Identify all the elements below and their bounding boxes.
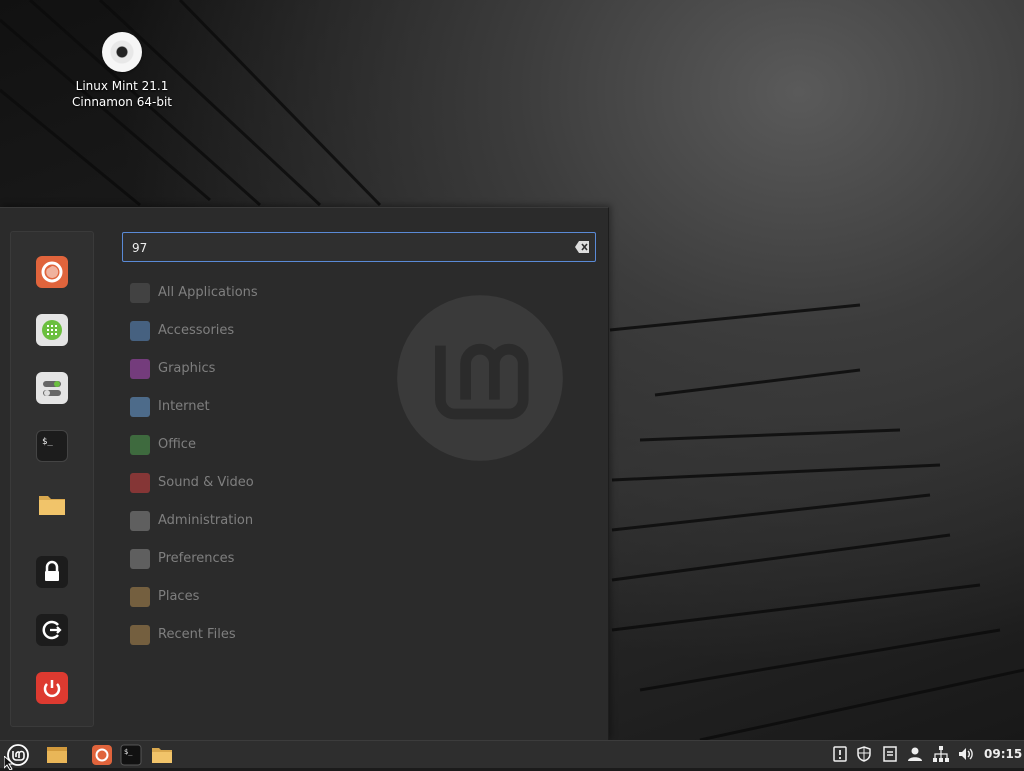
category-all-applications[interactable]: All Applications — [130, 281, 430, 305]
category-label: Recent Files — [158, 627, 236, 642]
category-internet[interactable]: Internet — [130, 395, 430, 419]
recent-folder-icon — [130, 625, 150, 645]
favorites-sidebar: $_ — [10, 231, 94, 727]
show-desktop-button[interactable] — [46, 744, 68, 766]
logout-icon[interactable] — [36, 614, 68, 646]
notifications-icon[interactable] — [832, 746, 848, 762]
firefox-launcher[interactable] — [91, 744, 113, 766]
play-icon — [130, 473, 150, 493]
desktop-icon-install[interactable]: Linux Mint 21.1 Cinnamon 64-bit — [62, 30, 182, 110]
cloud-icon — [130, 397, 150, 417]
category-places[interactable]: Places — [130, 585, 430, 609]
search-box[interactable] — [122, 232, 596, 262]
folder-icon[interactable] — [36, 488, 68, 520]
office-icon — [130, 435, 150, 455]
folder-icon — [130, 587, 150, 607]
category-label: Sound & Video — [158, 475, 254, 490]
update-manager-icon[interactable] — [856, 746, 872, 762]
grid-icon — [130, 283, 150, 303]
application-menu: $_ All Applications Accessories Graphics In… — [0, 207, 609, 741]
terminal-icon[interactable]: $_ — [36, 430, 68, 462]
desktop-icon-label-1: Linux Mint 21.1 — [75, 79, 169, 93]
scissors-icon — [130, 321, 150, 341]
system-settings-icon[interactable] — [36, 372, 68, 404]
category-label: Office — [158, 437, 196, 452]
category-label: All Applications — [158, 285, 258, 300]
category-label: Internet — [158, 399, 210, 414]
disc-icon — [102, 32, 142, 72]
network-icon[interactable] — [933, 746, 949, 762]
category-label: Administration — [158, 513, 254, 528]
category-label: Accessories — [158, 323, 235, 338]
administration-icon — [130, 511, 150, 531]
graphics-icon — [130, 359, 150, 379]
search-input[interactable] — [132, 239, 562, 257]
software-manager-icon[interactable] — [36, 314, 68, 346]
category-label: Graphics — [158, 361, 216, 376]
firefox-icon[interactable] — [36, 256, 68, 288]
lock-icon[interactable] — [36, 556, 68, 588]
desktop-icon-label-2: Cinnamon 64-bit — [72, 95, 172, 109]
volume-icon[interactable] — [958, 746, 974, 762]
clock[interactable]: 09:15 — [984, 747, 1022, 761]
clear-search-icon[interactable] — [575, 241, 589, 253]
clipboard-icon[interactable] — [882, 746, 898, 762]
user-icon[interactable] — [907, 746, 923, 762]
category-recent-files[interactable]: Recent Files — [130, 623, 430, 647]
svg-text:$_: $_ — [124, 748, 133, 756]
power-icon[interactable] — [36, 672, 68, 704]
category-office[interactable]: Office — [130, 433, 430, 457]
taskbar-panel: $_ 09:15 — [0, 740, 1024, 768]
preferences-icon — [130, 549, 150, 569]
category-graphics[interactable]: Graphics — [130, 357, 430, 381]
category-accessories[interactable]: Accessories — [130, 319, 430, 343]
category-sound-video[interactable]: Sound & Video — [130, 471, 430, 495]
category-label: Preferences — [158, 551, 235, 566]
svg-text:$_: $_ — [42, 437, 53, 447]
category-label: Places — [158, 589, 200, 604]
category-administration[interactable]: Administration — [130, 509, 430, 533]
category-preferences[interactable]: Preferences — [130, 547, 430, 571]
terminal-launcher[interactable]: $_ — [120, 744, 142, 766]
files-launcher[interactable] — [151, 744, 173, 766]
